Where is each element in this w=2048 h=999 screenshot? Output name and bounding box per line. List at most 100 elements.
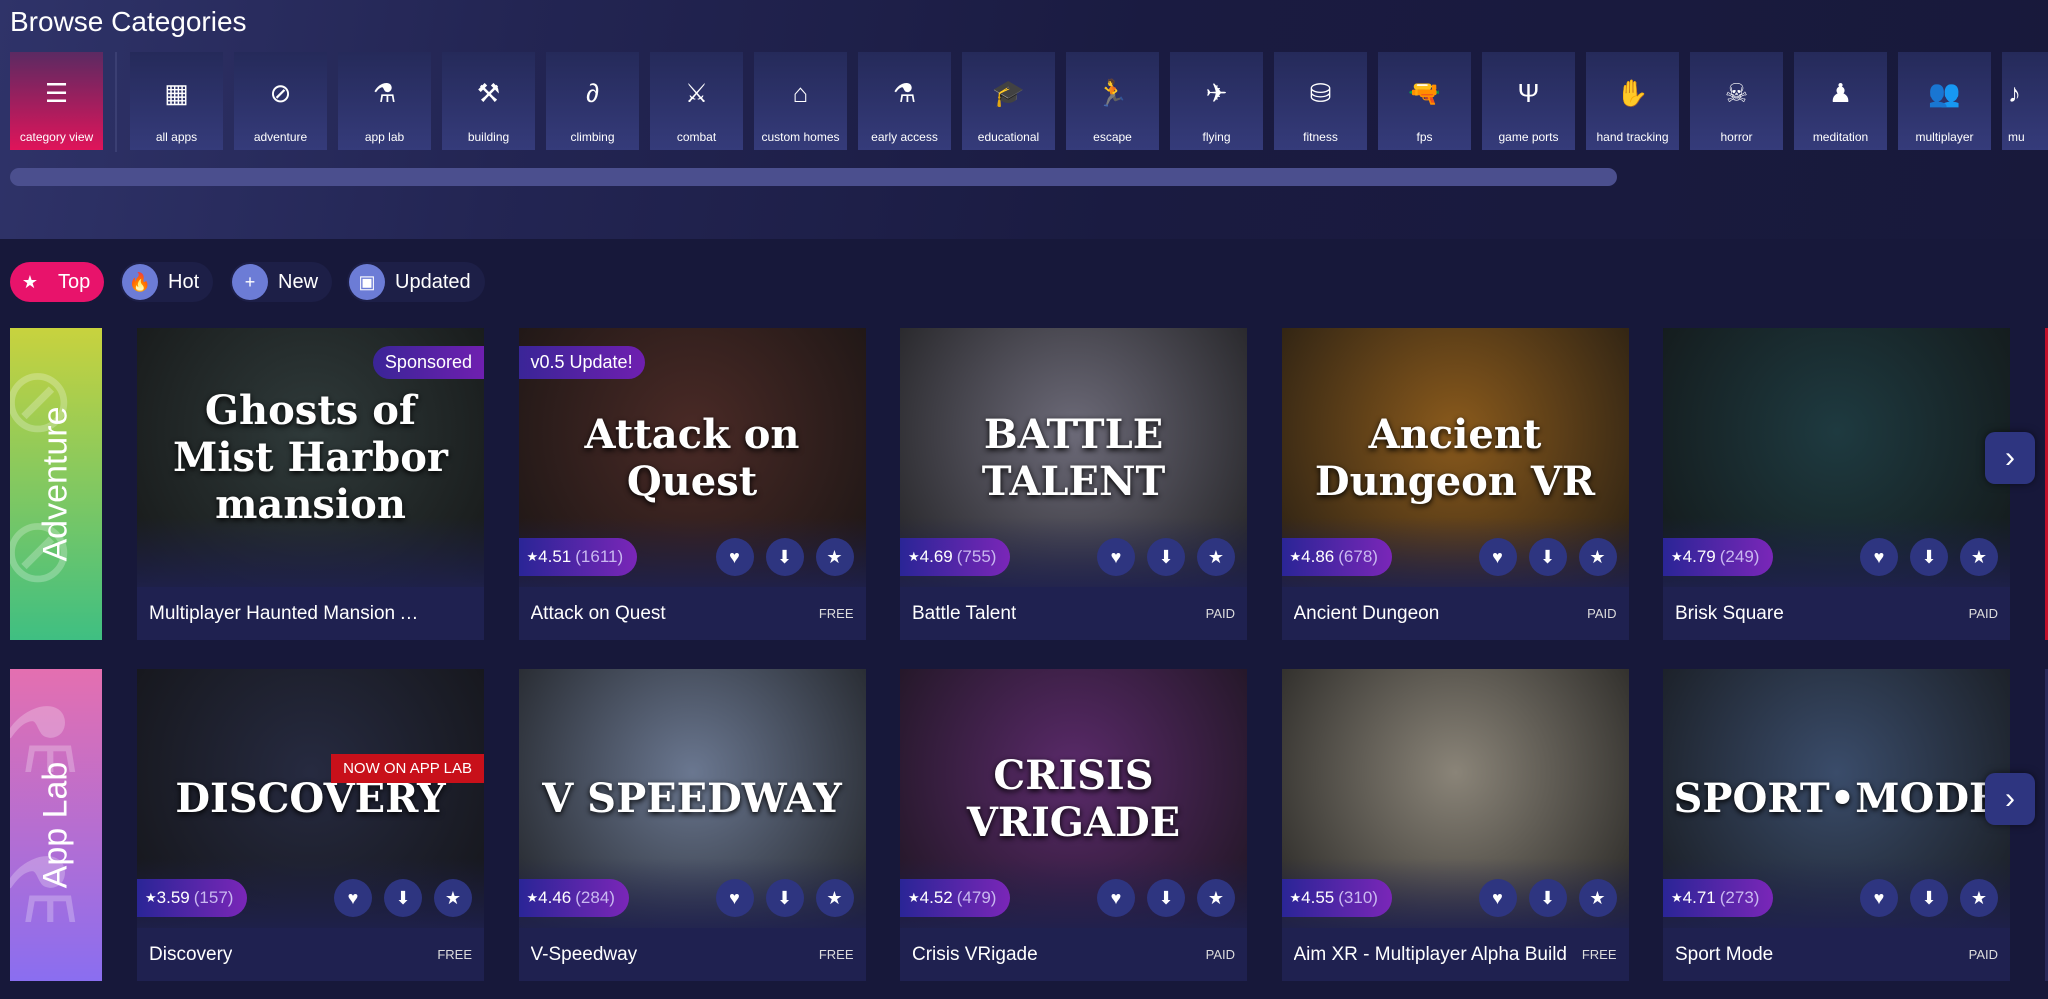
heart-icon: ♥ xyxy=(729,546,740,567)
download-icon: ⬇ xyxy=(776,887,793,908)
category-tile-mu[interactable]: ♪ mu xyxy=(2002,52,2048,150)
download-button[interactable]: ⬇ xyxy=(1528,538,1567,576)
game-title[interactable]: Aim XR - Multiplayer Alpha Build xyxy=(1294,944,1568,966)
game-card[interactable]: ★ 4.79 (249) ♥ ⬇ ★ Brisk Square PAID xyxy=(1663,328,2010,640)
rating-count: (157) xyxy=(193,888,234,907)
game-card[interactable]: BATTLE TALENT ★ 4.69 (755) ♥ ⬇ ★ Battle Talent… xyxy=(900,328,1247,640)
row-banner-adventure[interactable]: ⊘ ⊘ Adventure xyxy=(10,328,102,640)
rate-button[interactable]: ★ xyxy=(1960,538,1998,576)
grid-icon: ▦ xyxy=(164,78,189,108)
category-tile-educational[interactable]: 🎓 educational xyxy=(962,52,1055,150)
rating-value: 4.55 xyxy=(1301,888,1335,907)
game-card[interactable]: DISCOVERY NOW ON APP LAB ★ 3.59 (157) ♥ ⬇ ★ Dis… xyxy=(137,669,484,981)
game-title[interactable]: Sport Mode xyxy=(1675,944,1773,966)
cover-logo: Attack on Quest xyxy=(584,410,800,505)
download-button[interactable]: ⬇ xyxy=(1147,879,1185,917)
favorite-button[interactable]: ♥ xyxy=(1860,538,1898,576)
rate-button[interactable]: ★ xyxy=(1578,538,1617,576)
category-tile-fitness[interactable]: ⛁ fitness xyxy=(1274,52,1367,150)
category-tile-early-access[interactable]: ⚗ early access xyxy=(858,52,951,150)
download-button[interactable]: ⬇ xyxy=(1147,538,1185,576)
category-tile-category-view[interactable]: ☰ category view xyxy=(10,52,103,150)
game-title[interactable]: Discovery xyxy=(149,944,232,966)
download-button[interactable]: ⬇ xyxy=(1528,879,1567,917)
rate-button[interactable]: ★ xyxy=(1197,538,1235,576)
game-card[interactable]: Attack on Quest v0.5 Update! ★ 4.51 (1611) ♥… xyxy=(518,328,866,640)
card-footer: Brisk Square PAID xyxy=(1663,587,2010,640)
compass-icon: ⊘ xyxy=(269,78,292,108)
category-label: custom homes xyxy=(761,130,840,144)
category-tile-fps[interactable]: 🔫 fps xyxy=(1378,52,1471,150)
game-title[interactable]: V-Speedway xyxy=(531,944,638,966)
favorite-button[interactable]: ♥ xyxy=(334,879,372,917)
rate-button[interactable]: ★ xyxy=(1578,879,1617,917)
rating-count: (755) xyxy=(956,547,997,566)
rate-button[interactable]: ★ xyxy=(434,879,472,917)
filter-updated[interactable]: ▣ Updated xyxy=(347,262,485,302)
heart-icon: ♥ xyxy=(347,887,359,908)
filter-new[interactable]: + New xyxy=(230,262,333,302)
category-tile-building[interactable]: ⚒ building xyxy=(442,52,535,150)
category-tile-hand-tracking[interactable]: ✋ hand tracking xyxy=(1586,52,1679,150)
game-card[interactable]: V SPEEDWAY ★ 4.46 (284) ♥ ⬇ ★ V-Speedway FREE xyxy=(518,669,866,981)
category-tile-all-apps[interactable]: ▦ all apps xyxy=(130,52,223,150)
price-tag: FREE xyxy=(1581,947,1617,962)
next-arrow-button[interactable]: › xyxy=(1985,432,2035,484)
favorite-button[interactable]: ♥ xyxy=(715,538,754,576)
game-title[interactable]: Brisk Square xyxy=(1675,603,1784,625)
promo-badge: NOW ON APP LAB xyxy=(331,754,484,783)
game-title[interactable]: Battle Talent xyxy=(912,603,1016,625)
card-footer: Aim XR - Multiplayer Alpha Build FREE xyxy=(1282,928,1629,981)
category-tile-meditation[interactable]: ♟ meditation xyxy=(1794,52,1887,150)
flask-icon: ⚗ xyxy=(372,78,397,108)
filter-top[interactable]: ★ Top xyxy=(10,262,105,302)
category-tile-game-ports[interactable]: Ψgame ports xyxy=(1482,52,1575,150)
rating-value: 4.71 xyxy=(1682,888,1716,907)
game-title[interactable]: Attack on Quest xyxy=(531,603,666,625)
rate-button[interactable]: ★ xyxy=(815,879,854,917)
game-card[interactable]: Ancient Dungeon VR ★ 4.86 (678) ♥ ⬇ ★ Ancient … xyxy=(1281,328,1629,640)
filter-hot[interactable]: 🔥 Hot xyxy=(120,262,214,302)
card-footer: Discovery FREE xyxy=(137,928,484,981)
category-tile-combat[interactable]: ⚔ combat xyxy=(650,52,743,150)
category-tile-escape[interactable]: 🏃 escape xyxy=(1066,52,1159,150)
category-tile-custom-homes[interactable]: ⌂ custom homes xyxy=(754,52,847,150)
filter-label: Hot xyxy=(168,270,200,293)
download-button[interactable]: ⬇ xyxy=(384,879,422,917)
category-tile-app-lab[interactable]: ⚗ app lab xyxy=(338,52,431,150)
favorite-button[interactable]: ♥ xyxy=(715,879,754,917)
game-card[interactable]: ★ 4.55 (310) ♥ ⬇ ★ Aim XR - Multiplayer Alpha… xyxy=(1281,669,1629,981)
category-tile-climbing[interactable]: ∂ climbing xyxy=(546,52,639,150)
favorite-button[interactable]: ♥ xyxy=(1097,879,1135,917)
category-tile-adventure[interactable]: ⊘ adventure xyxy=(234,52,327,150)
favorite-button[interactable]: ♥ xyxy=(1860,879,1898,917)
rate-button[interactable]: ★ xyxy=(815,538,854,576)
download-button[interactable]: ⬇ xyxy=(765,538,804,576)
game-title[interactable]: Crisis VRigade xyxy=(912,944,1038,966)
category-tile-flying[interactable]: ✈ flying xyxy=(1170,52,1263,150)
price-tag: FREE xyxy=(818,947,854,962)
category-label: multiplayer xyxy=(1915,130,1974,144)
row-banner-app-lab[interactable]: ⚗ ⚗ App Lab xyxy=(10,669,102,981)
favorite-button[interactable]: ♥ xyxy=(1097,538,1135,576)
star-icon: ★ xyxy=(526,549,539,564)
category-tile-horror[interactable]: ☠ horror xyxy=(1690,52,1783,150)
horizontal-scrollbar[interactable] xyxy=(10,168,1617,186)
next-arrow-button[interactable]: › xyxy=(1985,773,2035,825)
game-title[interactable]: Ancient Dungeon xyxy=(1294,603,1440,625)
rate-button[interactable]: ★ xyxy=(1960,879,1998,917)
game-card[interactable]: Ghosts of Mist Harbor mansion Sponsored Mu… xyxy=(137,328,484,640)
game-card[interactable]: CRISIS VRIGADE ★ 4.52 (479) ♥ ⬇ ★ Crisis VRiga… xyxy=(900,669,1247,981)
hand-icon: ✋ xyxy=(1616,78,1649,108)
download-button[interactable]: ⬇ xyxy=(1910,879,1948,917)
download-button[interactable]: ⬇ xyxy=(1910,538,1948,576)
game-title[interactable]: Multiplayer Haunted Mansion Adven... xyxy=(149,603,429,625)
download-icon: ⬇ xyxy=(1539,887,1556,908)
rate-button[interactable]: ★ xyxy=(1197,879,1235,917)
favorite-button[interactable]: ♥ xyxy=(1478,879,1517,917)
category-tile-multiplayer[interactable]: 👥 multiplayer xyxy=(1898,52,1991,150)
download-button[interactable]: ⬇ xyxy=(765,879,804,917)
game-card[interactable]: SPORT•MODE ★ 4.71 (273) ♥ ⬇ ★ Sport Mode PAID xyxy=(1663,669,2010,981)
price-tag: PAID xyxy=(1587,606,1617,621)
favorite-button[interactable]: ♥ xyxy=(1478,538,1517,576)
